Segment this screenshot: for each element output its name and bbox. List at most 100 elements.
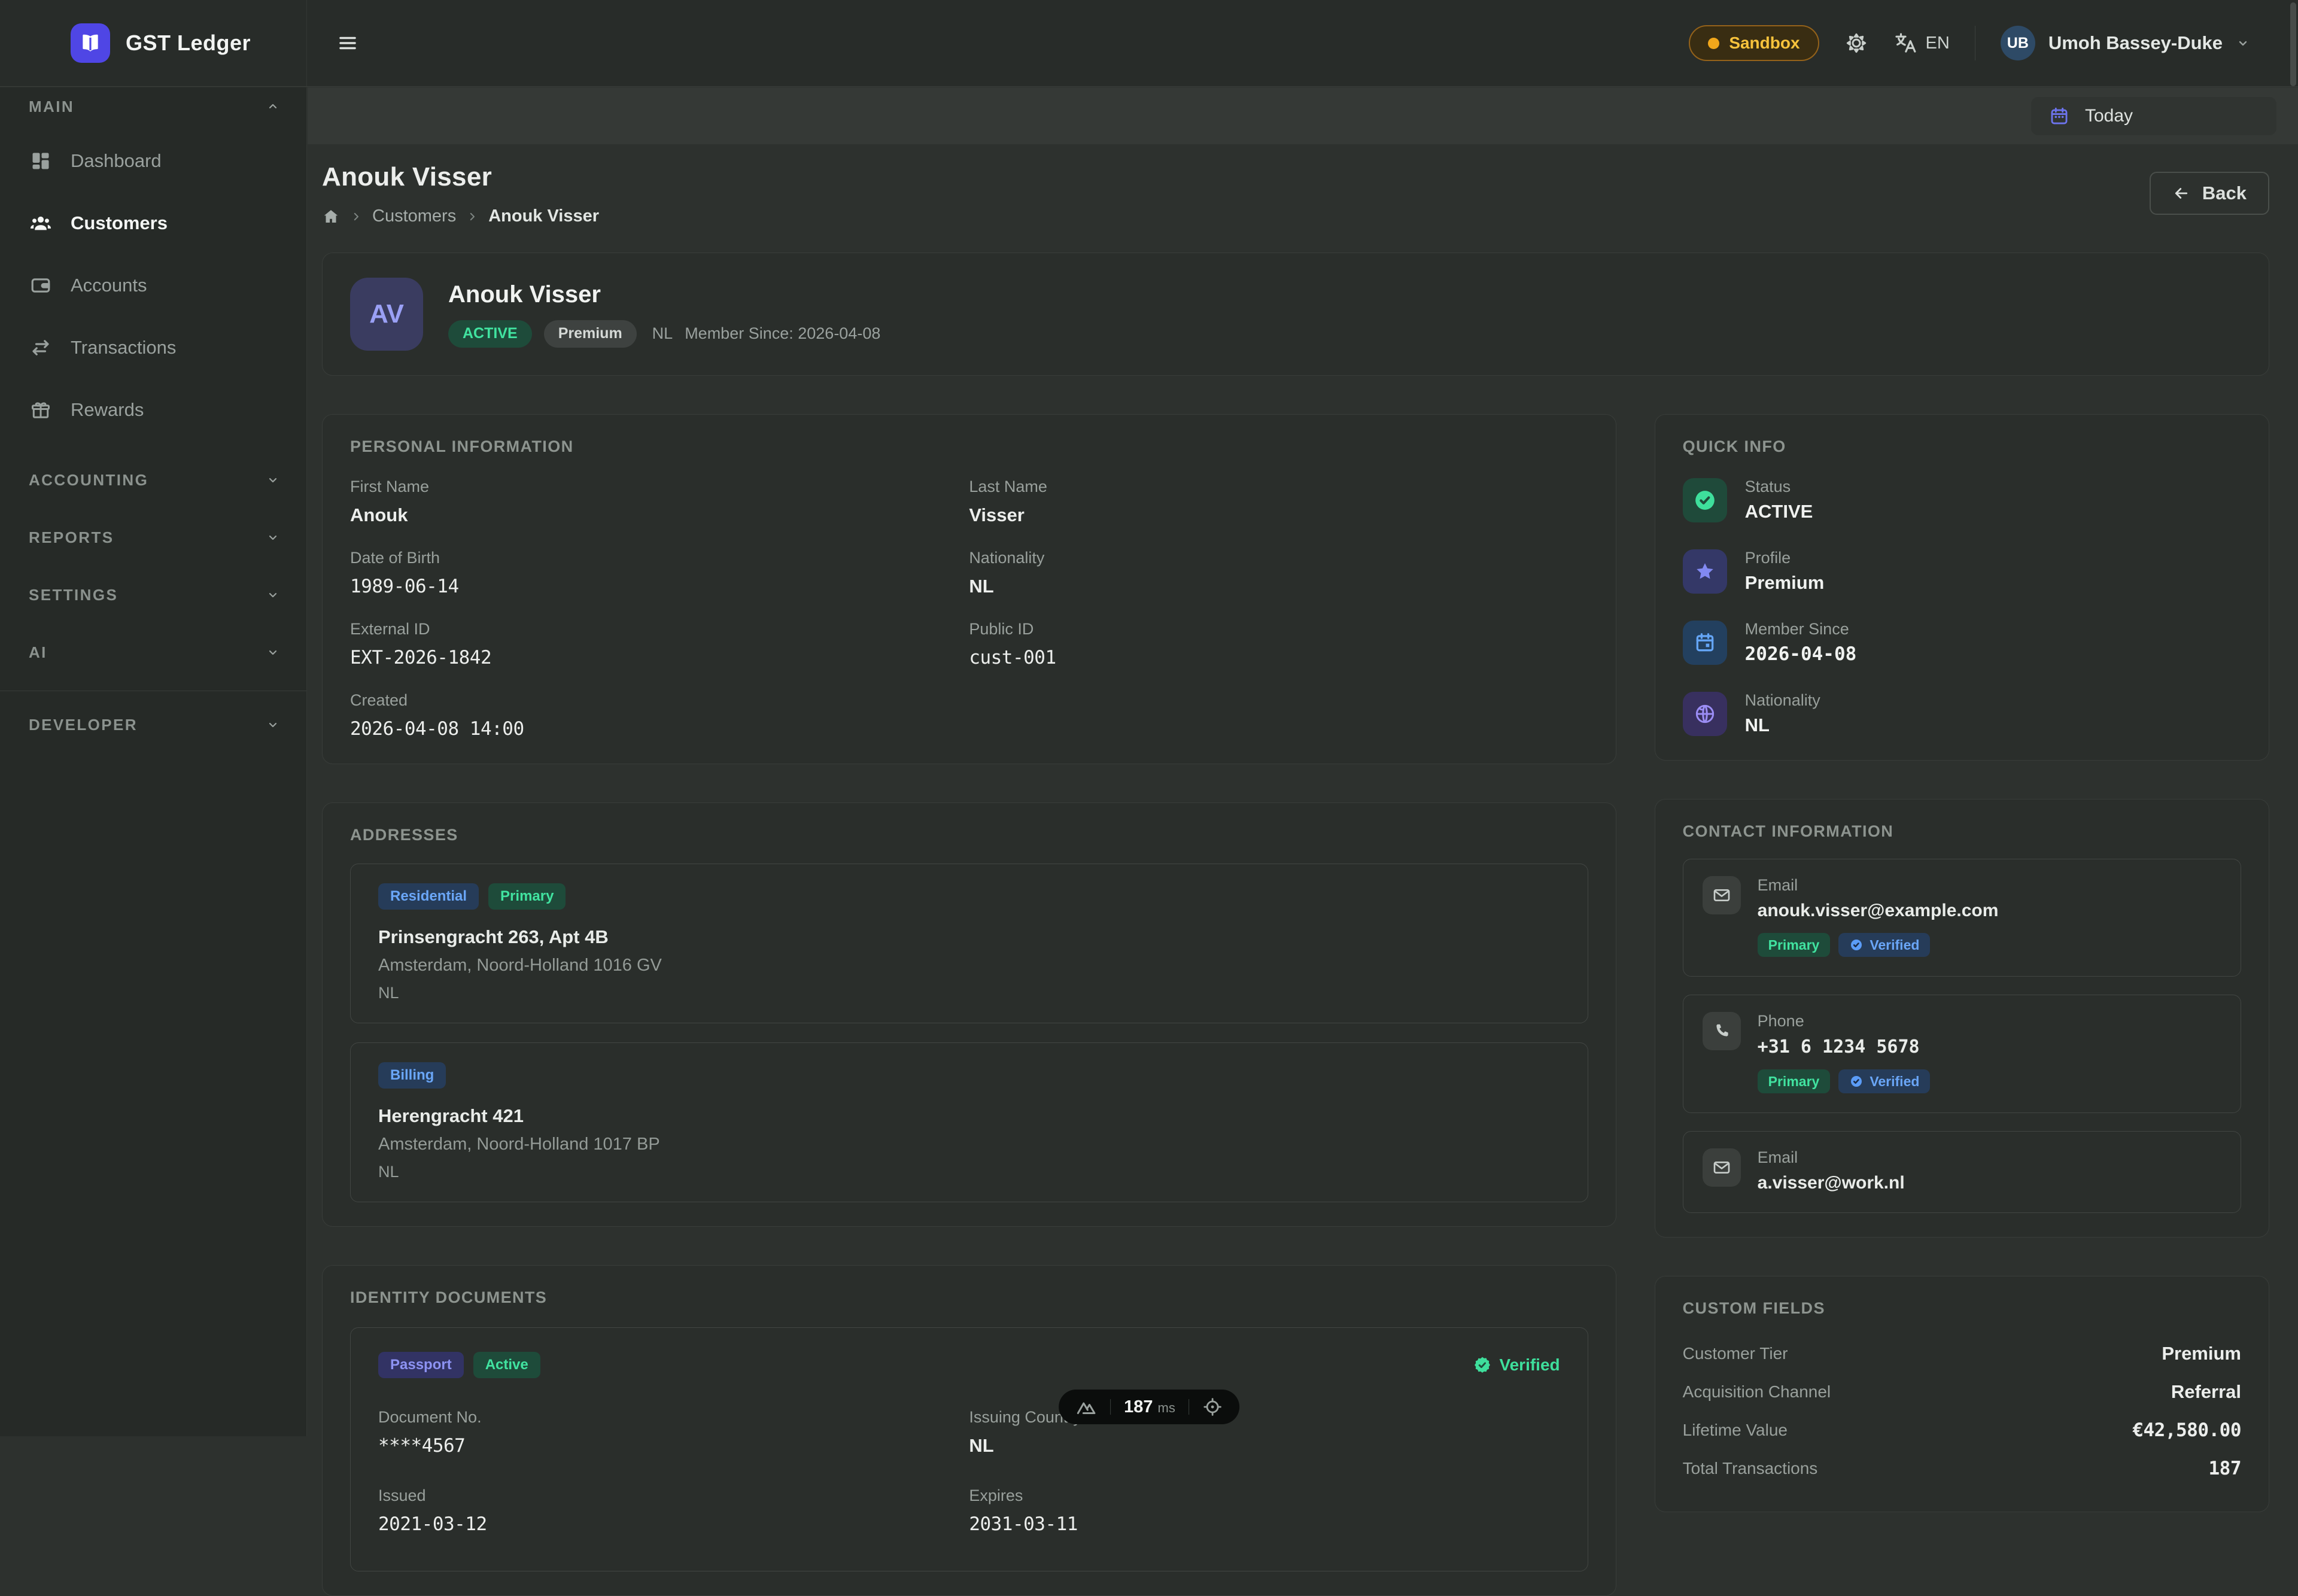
page-header: Anouk Visser Customers Anouk Visser Back xyxy=(322,162,2269,226)
today-label: Today xyxy=(2085,106,2133,126)
customers-icon xyxy=(29,212,53,235)
check-circle-icon xyxy=(1849,1074,1864,1089)
topbar: GST Ledger Sandbox EN UB Umoh Bassey-Duk… xyxy=(0,0,2298,87)
language-label: EN xyxy=(1926,34,1950,53)
contact-badges: Primary Verified xyxy=(1758,933,1999,957)
address-type-badge: Billing xyxy=(378,1062,446,1089)
page-content: Anouk Visser Customers Anouk Visser Back… xyxy=(308,144,2298,1436)
scrollbar-thumb[interactable] xyxy=(2290,2,2296,86)
back-button[interactable]: Back xyxy=(2150,172,2269,215)
environment-badge[interactable]: Sandbox xyxy=(1689,25,1819,61)
field-nationality: Nationality NL xyxy=(969,549,1588,597)
field-external-id: External ID EXT-2026-1842 xyxy=(350,620,969,668)
address-badges: Billing xyxy=(378,1062,1560,1089)
verified-badge: Verified xyxy=(1838,933,1930,957)
document-status-badge: Active xyxy=(473,1352,540,1378)
chevron-right-icon xyxy=(351,211,361,222)
member-since-text: Member Since: 2026-04-08 xyxy=(685,324,880,343)
custom-fields-card: CUSTOM FIELDS Customer Tier Premium Acqu… xyxy=(1655,1276,2269,1512)
custom-field-customer-tier: Customer Tier Premium xyxy=(1683,1334,2241,1373)
chevron-down-icon xyxy=(266,645,280,659)
chevron-down-icon xyxy=(266,473,280,487)
avatar: UB xyxy=(2001,26,2035,60)
nationality-text: NL xyxy=(652,324,673,343)
check-circle-icon xyxy=(1849,938,1864,952)
sidebar-section-main[interactable]: MAIN xyxy=(0,90,306,123)
sidebar-item-label: Customers xyxy=(71,212,168,234)
address-line1: Prinsengracht 263, Apt 4B xyxy=(378,926,1560,948)
theme-toggle-button[interactable] xyxy=(1844,31,1868,55)
card-title: QUICK INFO xyxy=(1683,437,2241,456)
back-label: Back xyxy=(2202,183,2247,204)
verified-label: Verified xyxy=(1499,1355,1560,1375)
card-title: IDENTITY DOCUMENTS xyxy=(350,1288,1588,1307)
identity-documents-card: IDENTITY DOCUMENTS Passport Active Verif… xyxy=(322,1265,1616,1596)
sidebar-item-accounts[interactable]: Accounts xyxy=(0,262,306,309)
customer-summary: Anouk Visser ACTIVE Premium NL Member Si… xyxy=(448,281,880,348)
address-line2: Amsterdam, Noord-Holland 1017 BP xyxy=(378,1135,1560,1154)
customer-summary-card: AV Anouk Visser ACTIVE Premium NL Member… xyxy=(322,253,2269,376)
chevron-up-icon xyxy=(266,99,280,114)
section-label: REPORTS xyxy=(29,528,114,547)
sidebar-item-transactions[interactable]: Transactions xyxy=(0,324,306,371)
right-column: QUICK INFO Status ACTIVE xyxy=(1655,414,2269,1512)
tier-badge: Premium xyxy=(544,320,637,348)
document-badges: Passport Active xyxy=(378,1352,540,1378)
sidebar-item-label: Rewards xyxy=(71,399,144,421)
card-title: ADDRESSES xyxy=(350,826,1588,844)
quick-info-member-since: Member Since 2026-04-08 xyxy=(1683,620,2241,665)
sidebar-section-ai[interactable]: AI xyxy=(0,636,306,669)
personal-fields: First Name Anouk Last Name Visser Date o… xyxy=(350,478,1588,740)
app-logo[interactable]: GST Ledger xyxy=(0,0,307,86)
target-picker-icon[interactable] xyxy=(1202,1397,1223,1417)
address-list: Residential Primary Prinsengracht 263, A… xyxy=(350,864,1588,1202)
user-name: Umoh Bassey-Duke xyxy=(2048,32,2223,54)
address-primary-badge: Primary xyxy=(488,883,566,910)
mail-icon xyxy=(1703,876,1741,914)
sidebar-item-label: Accounts xyxy=(71,275,147,296)
user-menu[interactable]: UB Umoh Bassey-Duke xyxy=(2001,26,2250,60)
verified-badge: Verified xyxy=(1838,1069,1930,1093)
chevron-down-icon xyxy=(2236,36,2250,50)
sidebar-item-customers[interactable]: Customers xyxy=(0,200,306,247)
transfer-arrows-icon xyxy=(29,337,53,358)
document-fields: Document No. ****4567 Issuing Country NL… xyxy=(378,1408,1560,1535)
vercel-speed-insights-icon[interactable] xyxy=(1075,1396,1097,1418)
environment-label: Sandbox xyxy=(1729,34,1800,53)
sidebar-section-developer[interactable]: DEVELOPER xyxy=(0,708,306,741)
chevron-right-icon xyxy=(467,211,478,222)
sidebar-item-dashboard[interactable]: Dashboard xyxy=(0,138,306,184)
document-verified: Verified xyxy=(1473,1355,1560,1375)
menu-toggle-button[interactable] xyxy=(331,26,364,60)
sun-icon xyxy=(1844,31,1868,55)
section-label: AI xyxy=(29,643,47,662)
toolbar: Today xyxy=(308,87,2298,144)
topbar-actions: Sandbox EN UB Umoh Bassey-Duke xyxy=(1689,25,2298,61)
address-type-badge: Residential xyxy=(378,883,479,910)
custom-fields-list: Customer Tier Premium Acquisition Channe… xyxy=(1683,1334,2241,1488)
sidebar-item-rewards[interactable]: Rewards xyxy=(0,387,306,433)
breadcrumb-customers[interactable]: Customers xyxy=(372,206,456,226)
hamburger-icon xyxy=(338,33,358,53)
language-selector[interactable]: EN xyxy=(1893,31,1950,55)
today-button[interactable]: Today xyxy=(2031,97,2276,135)
contact-list: Email anouk.visser@example.com Primary V… xyxy=(1683,859,2241,1213)
quick-info-profile: Profile Premium xyxy=(1683,549,2241,594)
address-badges: Residential Primary xyxy=(378,883,1560,910)
sidebar-section-accounting[interactable]: ACCOUNTING xyxy=(0,463,306,497)
sidebar-section-settings[interactable]: SETTINGS xyxy=(0,578,306,612)
wallet-icon xyxy=(29,275,53,296)
translate-icon xyxy=(1893,31,1917,55)
calendar-icon xyxy=(2049,106,2069,126)
contact-badges: Primary Verified xyxy=(1758,1069,1931,1093)
home-icon[interactable] xyxy=(322,208,340,226)
mail-icon xyxy=(1703,1148,1741,1187)
sidebar-section-reports[interactable]: REPORTS xyxy=(0,521,306,554)
divider xyxy=(1188,1399,1189,1415)
globe-icon xyxy=(1683,692,1727,736)
chevron-down-icon xyxy=(266,588,280,602)
field-issued: Issued 2021-03-12 xyxy=(378,1486,969,1535)
arrow-left-icon xyxy=(2172,184,2190,202)
section-label: MAIN xyxy=(29,98,74,116)
quick-info-status: Status ACTIVE xyxy=(1683,478,2241,522)
